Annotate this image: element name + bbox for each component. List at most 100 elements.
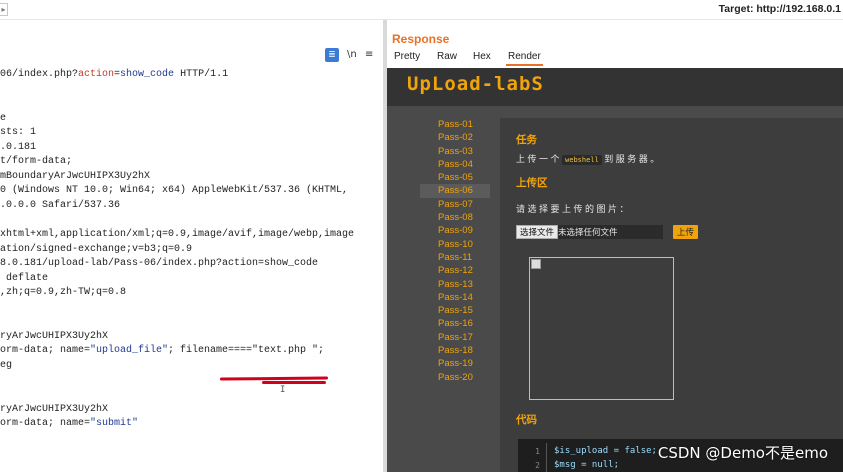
menu-item-pass-07[interactable]: Pass-07 — [420, 198, 490, 211]
menu-item-pass-17[interactable]: Pass-17 — [420, 331, 490, 344]
upload-button[interactable]: 上传 — [673, 225, 699, 239]
request-line — [0, 97, 383, 112]
lab-banner: UpLoad-labS — [387, 68, 843, 106]
request-token: action — [78, 69, 115, 80]
options-menu-icon[interactable]: ≡ — [365, 48, 377, 62]
rendered-page: UpLoad-labS Pass-01 Pass-02 Pass-03 Pass-04… — [387, 68, 843, 472]
request-token: eg — [0, 359, 13, 371]
request-token: .0.0.0 Safari/537.36 — [0, 199, 121, 211]
request-token: orm-data; name= — [0, 345, 91, 357]
request-line: sts: 1 — [0, 126, 383, 141]
request-token: .0.181 — [0, 141, 37, 153]
request-line: 06/index.php?action=show_code HTTP/1.1 — [0, 68, 383, 83]
request-token: deflate — [0, 272, 49, 284]
request-line — [0, 83, 383, 98]
menu-item-pass-19[interactable]: Pass-19 — [420, 357, 490, 370]
target-url: Target: http://192.168.0.1 — [718, 3, 841, 15]
file-status: 未选择任何文件 — [558, 227, 618, 237]
menu-item-pass-14[interactable]: Pass-14 — [420, 291, 490, 304]
upload-heading: 上传区 — [516, 177, 548, 189]
request-line — [0, 388, 383, 403]
request-token: t/form-data; — [0, 156, 73, 168]
request-token: xhtml+xml,application/xml;q=0.9,image/av… — [0, 229, 355, 241]
menu-item-pass-01[interactable]: Pass-01 — [420, 118, 490, 131]
request-token: sts: 1 — [0, 127, 37, 139]
menu-item-pass-18[interactable]: Pass-18 — [420, 344, 490, 357]
request-line: t/form-data; — [0, 155, 383, 170]
code-line-number: 1 — [535, 447, 540, 456]
choose-file-button[interactable]: 选择文件 — [516, 225, 559, 239]
task-code: webshell — [562, 155, 602, 165]
menu-item-pass-02[interactable]: Pass-02 — [420, 131, 490, 144]
request-token: ; filename===="text.php "; — [168, 345, 325, 357]
menu-item-pass-03[interactable]: Pass-03 — [420, 145, 490, 158]
request-token: ryArJwcUHIPX3Uy2hX — [0, 403, 109, 415]
menu-item-pass-16[interactable]: Pass-16 — [420, 317, 490, 330]
task-heading: 任务 — [516, 134, 537, 146]
request-token: mBoundaryArJwcUHIPX3Uy2hX — [0, 170, 151, 182]
lab-content: 任务 上 传 一 个 webshell 到 服 务 器 。 上传区 请 选 择 … — [500, 118, 843, 472]
tab-hex[interactable]: Hex — [473, 50, 491, 66]
code-line: $msg = null; — [554, 460, 620, 470]
task-text-after: 到 服 务 器 。 — [604, 154, 660, 164]
request-token: HTTP/1.1 — [174, 69, 229, 80]
request-line: ation/signed-exchange;v=b3;q=0.9 — [0, 243, 383, 258]
text-cursor-icon: I — [280, 385, 286, 395]
menu-item-pass-15[interactable]: Pass-15 — [420, 304, 490, 317]
request-line: .0.0.0 Safari/537.36 — [0, 199, 383, 214]
request-token: orm-data; name= — [0, 418, 91, 430]
code-line: $is_upload = false; — [554, 446, 657, 456]
request-line: eg — [0, 359, 383, 374]
menu-item-pass-04[interactable]: Pass-04 — [420, 158, 490, 171]
code-line-number: 2 — [535, 461, 540, 470]
request-token: 0 (Windows NT 10.0; Win64; x64) AppleWeb… — [0, 185, 349, 197]
request-token: 06/index.php? — [0, 69, 79, 80]
request-line: 8.0.181/upload-lab/Pass-06/index.php?act… — [0, 257, 383, 272]
tab-render[interactable]: Render — [506, 50, 543, 66]
request-line: orm-data; name="submit" — [0, 417, 383, 432]
request-line: xhtml+xml,application/xml;q=0.9,image/av… — [0, 228, 383, 243]
task-text-before: 上 传 一 个 — [516, 154, 560, 164]
menu-item-pass-06[interactable]: Pass-06 — [420, 184, 490, 198]
request-line — [0, 315, 383, 330]
menu-item-pass-11[interactable]: Pass-11 — [420, 251, 490, 264]
collapse-caret-icon[interactable]: ▸ — [0, 3, 8, 16]
menu-item-pass-09[interactable]: Pass-09 — [420, 224, 490, 237]
pretty-format-icon[interactable]: ≣ — [325, 48, 339, 62]
broken-image-icon — [531, 259, 541, 269]
request-line: mBoundaryArJwcUHIPX3Uy2hX — [0, 170, 383, 185]
upload-labs-logo: UpLoad-labS — [407, 73, 544, 95]
request-pane: ≣ \n ≡ 06/index.php?action=show_code HTT… — [0, 20, 383, 472]
code-heading: 代码 — [516, 414, 537, 426]
request-token: 8.0.181/upload-lab/Pass-06/index.php?act… — [0, 258, 319, 270]
request-line: e — [0, 112, 383, 127]
menu-item-pass-12[interactable]: Pass-12 — [420, 264, 490, 277]
request-line: .0.181 — [0, 141, 383, 156]
pass-menu: Pass-01 Pass-02 Pass-03 Pass-04 Pass-05 Pass-… — [420, 118, 490, 384]
csdn-watermark: CSDN @Demo不是emo — [657, 444, 828, 462]
tab-pretty[interactable]: Pretty — [394, 50, 420, 66]
request-line: ryArJwcUHIPX3Uy2hX — [0, 403, 383, 418]
request-line: ryArJwcUHIPX3Uy2hX — [0, 330, 383, 345]
request-token: ,zh;q=0.9,zh-TW;q=0.8 — [0, 287, 127, 299]
menu-item-pass-10[interactable]: Pass-10 — [420, 238, 490, 251]
top-bar: ▸ Target: http://192.168.0.1 — [0, 0, 843, 20]
request-token: show_code — [120, 69, 175, 80]
response-title: Response — [392, 32, 450, 46]
request-line — [0, 301, 383, 316]
response-tabs: Pretty Raw Hex Render — [387, 50, 843, 68]
request-token: "upload_file" — [90, 345, 169, 357]
tab-raw[interactable]: Raw — [437, 50, 457, 66]
request-token: e — [0, 112, 7, 124]
newline-toggle-icon[interactable]: \n — [347, 48, 359, 62]
request-line: deflate — [0, 272, 383, 287]
menu-item-pass-08[interactable]: Pass-08 — [420, 211, 490, 224]
preview-image-box — [529, 257, 674, 400]
request-token: ryArJwcUHIPX3Uy2hX — [0, 330, 109, 342]
response-pane: Response Pretty Raw Hex Render UpLoad-la… — [387, 20, 843, 472]
menu-item-pass-05[interactable]: Pass-05 — [420, 171, 490, 184]
menu-item-pass-13[interactable]: Pass-13 — [420, 278, 490, 291]
file-input[interactable]: 选择文件 未选择任何文件 — [516, 225, 663, 239]
menu-item-pass-20[interactable]: Pass-20 — [420, 371, 490, 384]
request-token: "submit" — [90, 418, 139, 430]
